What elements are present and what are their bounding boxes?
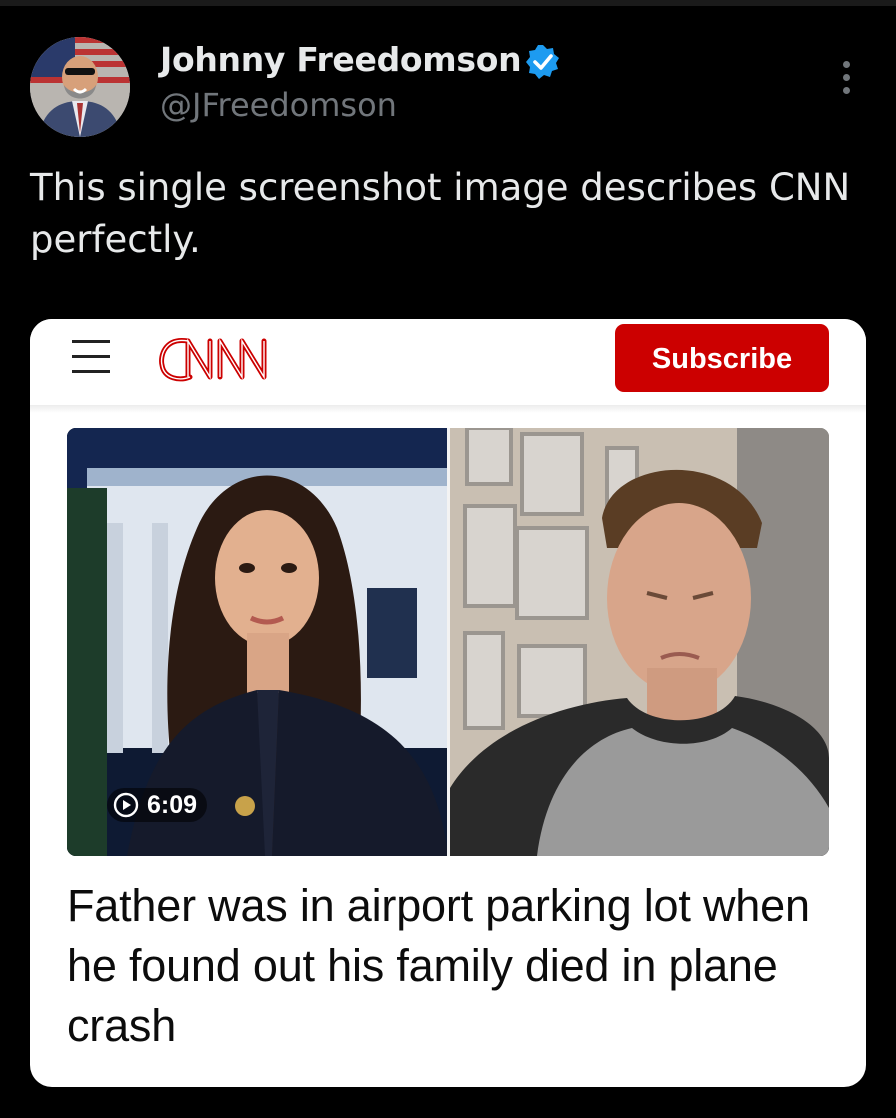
cnn-logo[interactable] [158, 333, 272, 385]
hamburger-menu-icon[interactable] [72, 339, 112, 375]
video-thumbnail[interactable]: 6:09 [67, 428, 829, 856]
verified-badge-icon [526, 45, 559, 79]
play-circle-icon [113, 792, 139, 818]
embedded-image-card[interactable]: Subscribe 6:09 Father was in airport par… [30, 319, 866, 1087]
video-duration: 6:09 [147, 790, 198, 819]
top-divider [0, 0, 896, 6]
video-duration-badge: 6:09 [107, 788, 208, 822]
author-avatar[interactable] [30, 37, 130, 137]
more-options-icon[interactable] [836, 58, 858, 98]
author-handle[interactable]: @JFreedomson [160, 86, 397, 124]
article-headline[interactable]: Father was in airport parking lot when h… [67, 876, 847, 1056]
subscribe-button[interactable]: Subscribe [615, 324, 829, 392]
cnn-header: Subscribe [30, 319, 866, 405]
header-divider [30, 405, 866, 413]
tweet-text: This single screenshot image describes C… [30, 166, 851, 261]
author-name[interactable]: Johnny Freedomson [160, 40, 522, 79]
